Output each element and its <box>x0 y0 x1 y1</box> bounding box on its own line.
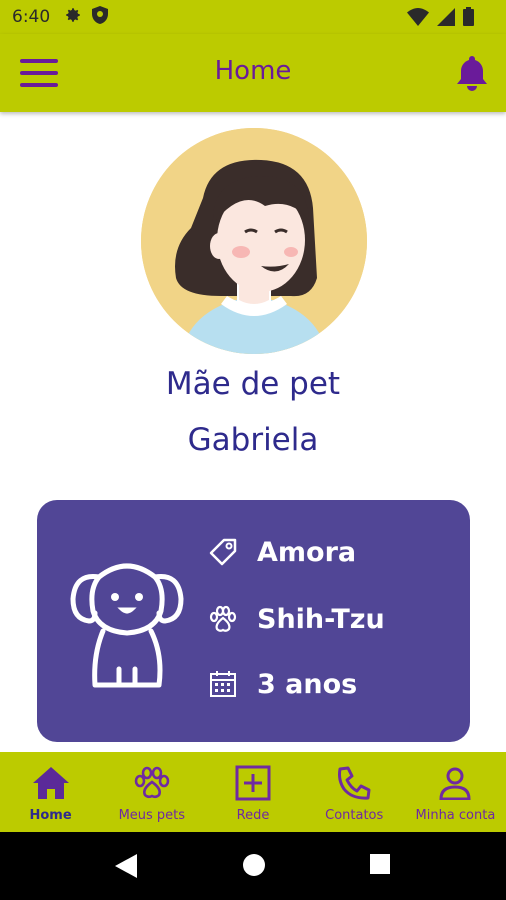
home-circle-icon <box>243 854 265 876</box>
home-system-button[interactable] <box>243 854 265 880</box>
dog-icon <box>70 563 184 688</box>
bottom-navigation: Home Meus pets Rede Contatos Minha conta <box>0 752 506 832</box>
pet-name: Amora <box>257 536 357 568</box>
nav-item-home[interactable]: Home <box>0 752 101 832</box>
avatar <box>141 128 367 354</box>
battery-icon <box>463 7 474 30</box>
recents-square-icon <box>370 854 390 874</box>
nav-label-meus-pets: Meus pets <box>118 808 186 823</box>
nav-item-minha-conta[interactable]: Minha conta <box>405 752 506 832</box>
paw-icon <box>207 603 239 635</box>
nav-item-rede[interactable]: Rede <box>202 752 303 832</box>
status-time: 6:40 <box>12 7 51 27</box>
system-navigation-bar <box>0 832 506 900</box>
back-button[interactable] <box>115 854 137 882</box>
home-icon <box>31 764 71 802</box>
recents-button[interactable] <box>370 854 390 878</box>
nav-label-minha-conta: Minha conta <box>415 808 496 823</box>
settings-gear-icon <box>64 6 82 28</box>
nav-label-contatos: Contatos <box>325 808 384 823</box>
plus-square-icon <box>235 764 271 802</box>
profile-role: Mãe de pet <box>165 366 341 402</box>
nav-label-rede: Rede <box>236 808 270 823</box>
nav-item-meus-pets[interactable]: Meus pets <box>101 752 202 832</box>
nav-label-home: Home <box>29 808 72 823</box>
pet-age: 3 anos <box>257 668 358 700</box>
back-triangle-icon <box>115 854 137 878</box>
user-icon <box>438 764 472 802</box>
wifi-icon <box>407 7 429 30</box>
page-title: Home <box>214 56 292 86</box>
app-bar: Home <box>0 34 506 112</box>
shield-icon <box>92 6 109 28</box>
profile-name: Gabriela <box>187 422 319 458</box>
status-bar: 6:40 <box>0 0 506 34</box>
pet-card[interactable]: Amora Shih-Tzu 3 anos <box>37 500 470 742</box>
woman-portrait-illustration <box>141 128 367 354</box>
pet-breed: Shih-Tzu <box>257 603 385 635</box>
nav-item-contatos[interactable]: Contatos <box>304 752 405 832</box>
pet-name-row: Amora <box>207 536 356 568</box>
notifications-button[interactable] <box>456 54 488 92</box>
signal-icon <box>437 7 455 30</box>
bell-icon <box>457 56 487 91</box>
tag-icon <box>207 536 239 568</box>
pet-breed-row: Shih-Tzu <box>207 603 385 635</box>
phone-icon <box>336 764 372 802</box>
pet-age-row: 3 anos <box>207 668 357 700</box>
paw-icon <box>134 764 170 802</box>
calendar-icon <box>207 668 239 700</box>
